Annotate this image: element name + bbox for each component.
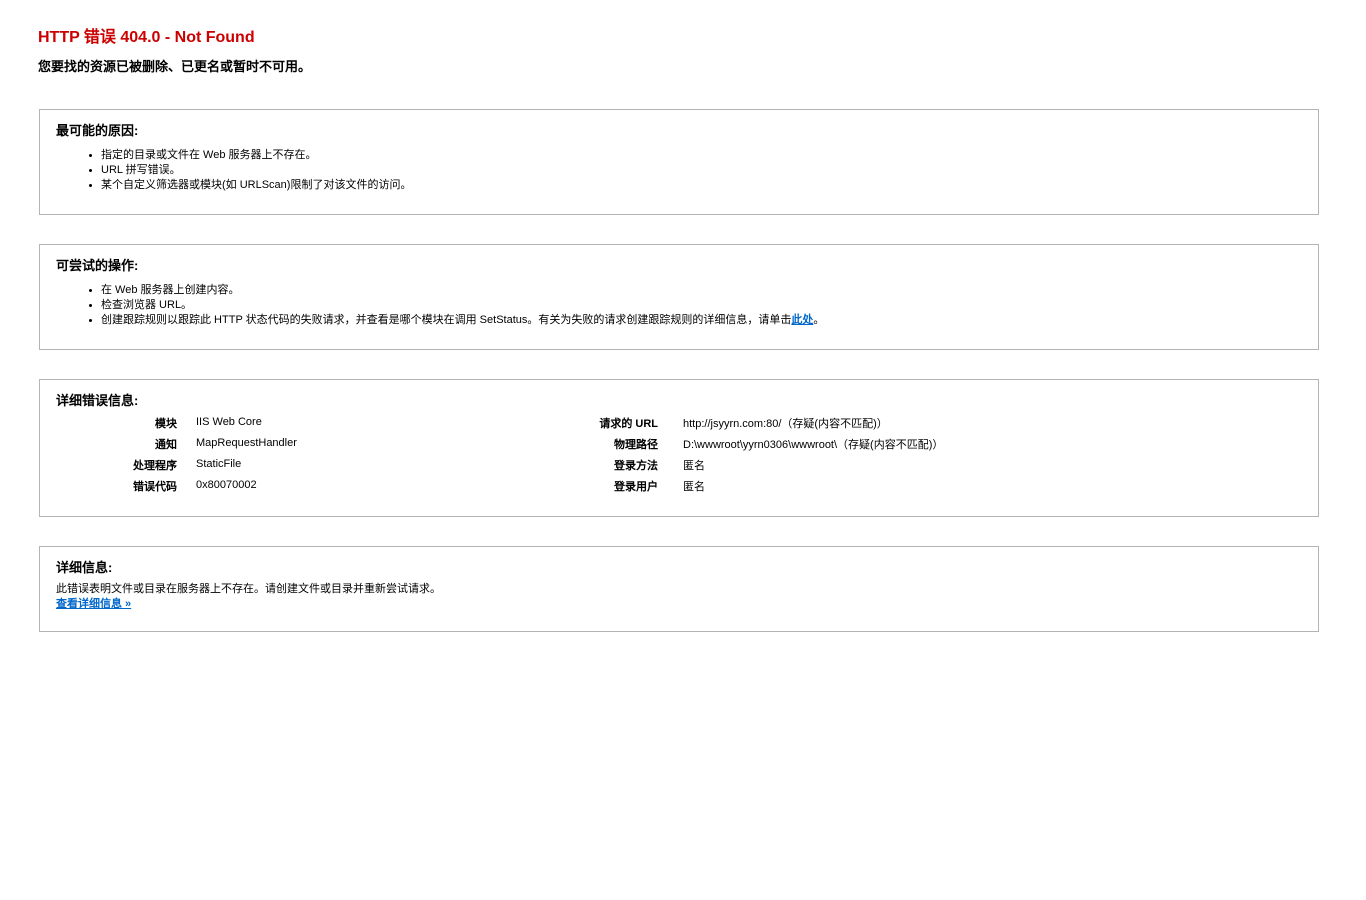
trace-rule-text: 创建跟踪规则以跟踪此 HTTP 状态代码的失败请求，并查看是哪个模块在调用 Se… bbox=[101, 314, 792, 326]
error-page: HTTP 错误 404.0 - Not Found 您要找的资源已被删除、已更名… bbox=[0, 0, 1366, 75]
notification-value: MapRequestHandler bbox=[196, 437, 297, 449]
logon-user-value: 匿名 bbox=[683, 481, 705, 493]
list-item: 创建跟踪规则以跟踪此 HTTP 状态代码的失败请求，并查看是哪个模块在调用 Se… bbox=[101, 313, 1302, 328]
module-label: 模块 bbox=[155, 418, 177, 430]
more-info-heading: 详细信息: bbox=[56, 560, 113, 575]
handler-value: StaticFile bbox=[196, 458, 242, 470]
actions-list: 在 Web 服务器上创建内容。 检查浏览器 URL。 创建跟踪规则以跟踪此 HT… bbox=[56, 283, 1302, 328]
logon-method-label: 登录方法 bbox=[614, 460, 658, 472]
detail-table: 模块 IIS Web Core 通知 MapRequestHandler 处理程… bbox=[56, 415, 1302, 505]
handler-label: 处理程序 bbox=[133, 460, 177, 472]
actions-panel: 可尝试的操作: 在 Web 服务器上创建内容。 检查浏览器 URL。 创建跟踪规… bbox=[39, 244, 1319, 350]
list-item: 指定的目录或文件在 Web 服务器上不存在。 bbox=[101, 148, 1302, 163]
error-title: HTTP 错误 404.0 - Not Found bbox=[38, 29, 255, 46]
list-item: URL 拼写错误。 bbox=[101, 163, 1302, 178]
view-more-info-link[interactable]: 查看详细信息 » bbox=[56, 598, 131, 610]
logon-method-value: 匿名 bbox=[683, 460, 705, 472]
causes-panel: 最可能的原因: 指定的目录或文件在 Web 服务器上不存在。 URL 拼写错误。… bbox=[39, 109, 1319, 215]
error-subtitle: 您要找的资源已被删除、已更名或暂时不可用。 bbox=[38, 59, 312, 74]
causes-list: 指定的目录或文件在 Web 服务器上不存在。 URL 拼写错误。 某个自定义筛选… bbox=[56, 148, 1302, 193]
detailed-error-heading: 详细错误信息: bbox=[56, 393, 139, 408]
requested-url-value: http://jsyyrn.com:80/（存疑(内容不匹配)） bbox=[683, 418, 888, 430]
detailed-error-panel: 详细错误信息: 模块 IIS Web Core 通知 MapRequestHan… bbox=[39, 379, 1319, 517]
more-info-panel: 详细信息: 此错误表明文件或目录在服务器上不存在。请创建文件或目录并重新尝试请求… bbox=[39, 546, 1319, 632]
more-info-text: 此错误表明文件或目录在服务器上不存在。请创建文件或目录并重新尝试请求。 bbox=[56, 583, 441, 595]
physical-path-value: D:\wwwroot\yyrn0306\wwwroot\（存疑(内容不匹配)） bbox=[683, 439, 944, 451]
causes-heading: 最可能的原因: bbox=[56, 123, 139, 138]
notification-label: 通知 bbox=[155, 439, 177, 451]
here-link[interactable]: 此处 bbox=[791, 314, 813, 326]
logon-user-label: 登录用户 bbox=[614, 481, 658, 493]
physical-path-label: 物理路径 bbox=[614, 439, 658, 451]
actions-heading: 可尝试的操作: bbox=[56, 258, 139, 273]
list-item: 检查浏览器 URL。 bbox=[101, 298, 1302, 313]
trace-rule-end: 。 bbox=[813, 314, 825, 326]
error-code-value: 0x80070002 bbox=[196, 479, 257, 491]
requested-url-label: 请求的 URL bbox=[599, 418, 658, 430]
list-item: 某个自定义筛选器或模块(如 URLScan)限制了对该文件的访问。 bbox=[101, 178, 1302, 193]
error-code-label: 错误代码 bbox=[133, 481, 177, 493]
module-value: IIS Web Core bbox=[196, 416, 262, 428]
list-item: 在 Web 服务器上创建内容。 bbox=[101, 283, 1302, 298]
